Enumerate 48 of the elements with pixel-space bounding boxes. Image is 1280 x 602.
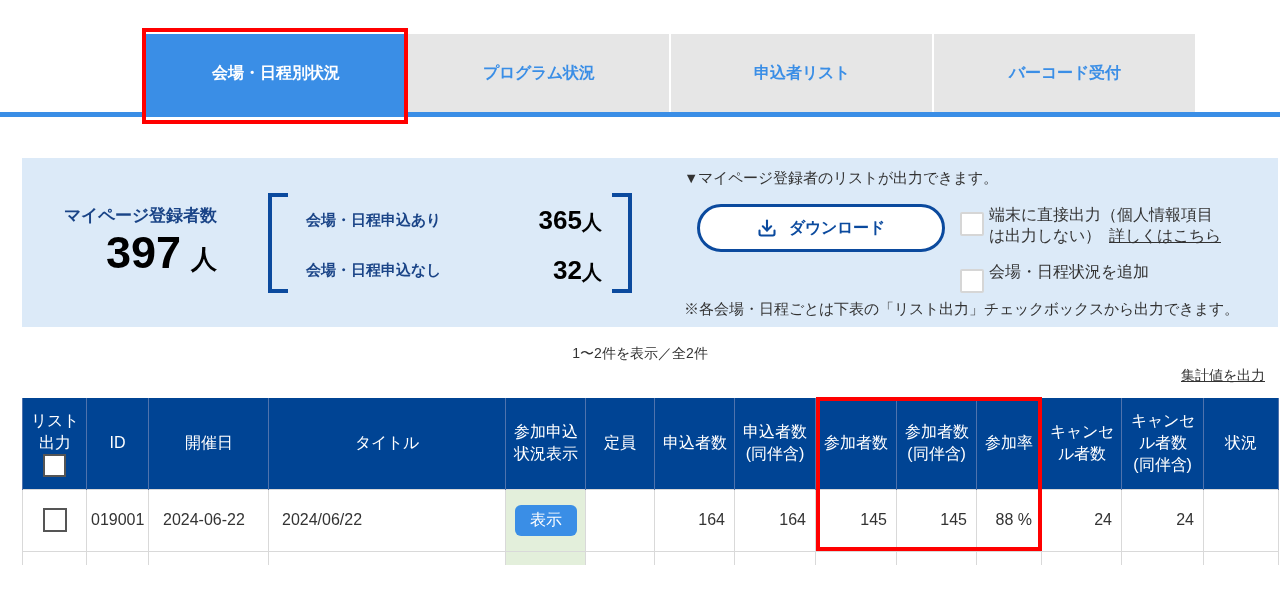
details-link[interactable]: 詳しくはこちら [1109,227,1221,244]
export-intro: ▼マイページ登録者のリストが出力できます。 [684,169,1000,188]
column-header: 申込者数 [654,398,735,489]
row-checkbox[interactable] [42,508,67,533]
breakdown-label: 会場・日程申込なし [306,260,441,281]
column-header: リスト出力 [29,410,80,453]
breakdown-value: 365人 [538,204,602,237]
table-cell: 164 [654,489,735,551]
column-header: キャンセル者数 [1041,398,1122,489]
show-button[interactable]: 表示 [514,504,577,536]
table-cell: 164 [734,489,816,551]
table-cell: 145 [815,489,897,551]
export-note: ※各会場・日程ごとは下表の「リスト出力」チェックボックスから出力できます。 [684,300,1239,319]
column-header: キャンセル者数(同伴含) [1121,398,1204,489]
tab[interactable]: 会場・日程別状況 [145,34,406,112]
column-header: ID [86,398,149,489]
breakdown-label: 会場・日程申込あり [306,210,441,231]
bracket-icon [268,192,288,293]
table-cell: 2024-06-22 [148,489,269,551]
column-header: 参加者数(同伴含) [896,398,977,489]
bracket-icon [612,192,632,293]
table-cell: 2024/06/22 [268,489,506,551]
select-all-checkbox[interactable] [43,453,66,477]
column-header: 参加申込状況表示 [505,398,586,489]
column-header: 状況 [1203,398,1279,489]
totals-export-link[interactable]: 集計値を出力 [1181,366,1265,384]
table-cell: 019001 [86,489,149,551]
table-cell: 24 [1041,489,1122,551]
download-icon [757,218,777,238]
checkbox-label: 端末に直接出力（個人情報項目は出力しない） 詳しくはこちら [989,205,1222,246]
download-button[interactable]: ダウンロード [697,204,945,252]
tab[interactable]: プログラム状況 [408,34,669,112]
registered-count-value: 397 人 [105,227,217,280]
column-header: タイトル [268,398,506,489]
tab[interactable]: 申込者リスト [671,34,932,112]
tab[interactable]: バーコード受付 [934,34,1195,112]
breakdown-value: 32人 [553,254,602,287]
registered-count-label: マイページ登録者数 [64,204,217,227]
column-header: 申込者数(同伴含) [734,398,816,489]
table-cell: 145 [896,489,977,551]
checkbox-label: 会場・日程状況を追加 [989,262,1149,282]
table-cell: 24 [1121,489,1204,551]
column-header: 開催日 [148,398,269,489]
table-cell: 88 % [976,489,1042,551]
column-header: 定員 [585,398,655,489]
checkbox[interactable] [960,212,984,236]
pagination-text: 1〜2件を表示／全2件 [572,344,708,363]
checkbox[interactable] [960,269,984,293]
